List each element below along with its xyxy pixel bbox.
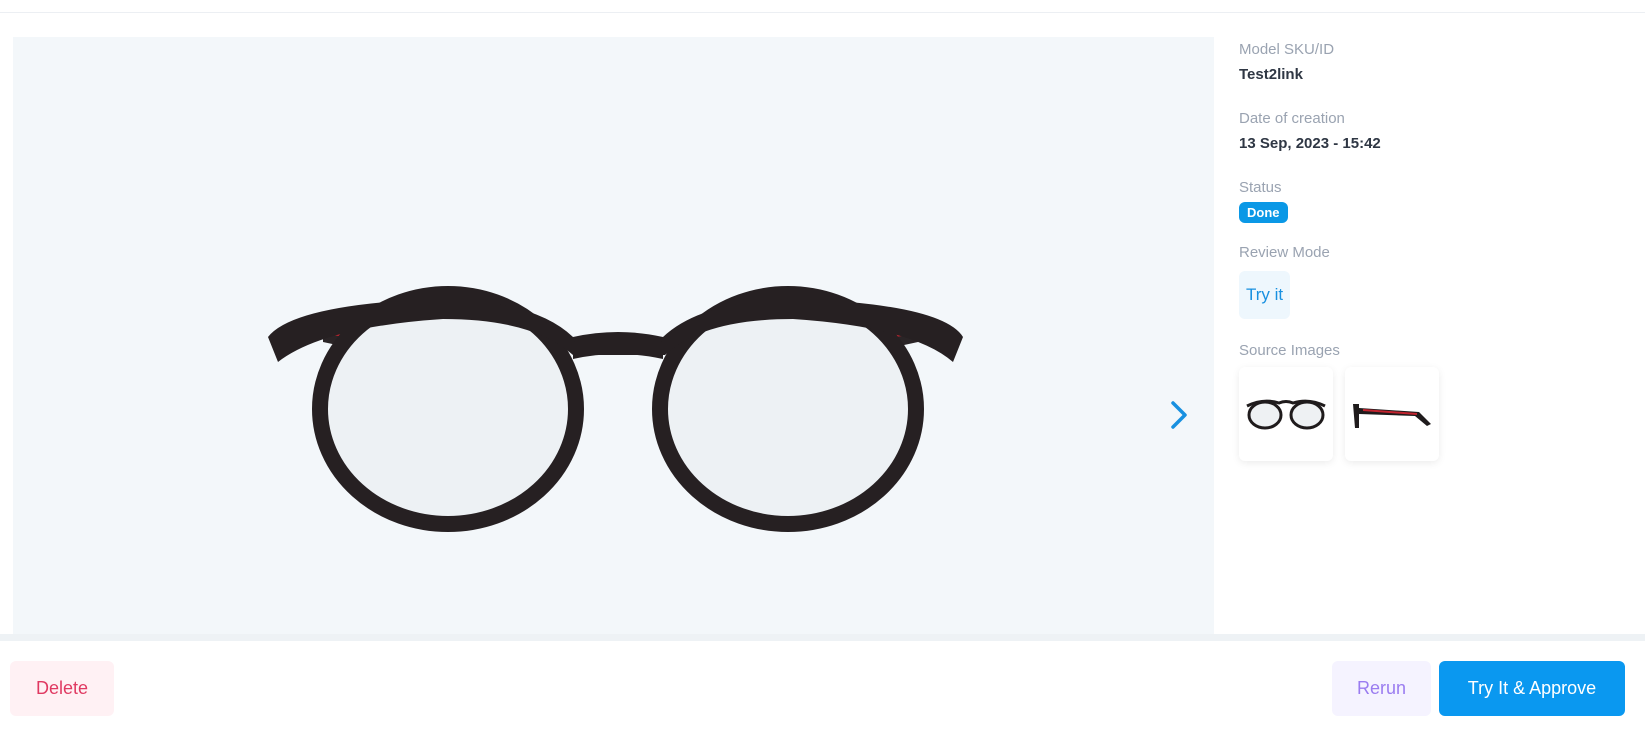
try-it-button[interactable]: Try it — [1239, 271, 1291, 319]
source-images-list — [1239, 367, 1629, 461]
delete-button[interactable]: Delete — [10, 661, 114, 716]
source-image-side[interactable] — [1345, 367, 1439, 461]
review-mode-field: Review Mode Try it — [1239, 243, 1629, 319]
status-field: Status Done — [1239, 178, 1629, 223]
date-field: Date of creation 13 Sep, 2023 - 15:42 — [1239, 109, 1629, 154]
status-label: Status — [1239, 179, 1282, 196]
sku-label: Model SKU/ID — [1239, 41, 1335, 58]
sku-value: Test2link — [1239, 66, 1303, 83]
date-label: Date of creation — [1239, 110, 1345, 127]
sku-field: Model SKU/ID Test2link — [1239, 40, 1629, 85]
next-view-arrow[interactable] — [1163, 395, 1193, 435]
source-images-field: Source Images — [1239, 341, 1629, 461]
chevron-right-icon — [1171, 401, 1187, 429]
try-it-approve-button[interactable]: Try It & Approve — [1439, 661, 1625, 716]
date-value: 13 Sep, 2023 - 15:42 — [1239, 135, 1381, 152]
rerun-button[interactable]: Rerun — [1332, 661, 1431, 716]
review-mode-label: Review Mode — [1239, 244, 1330, 261]
top-divider — [0, 12, 1645, 13]
glasses-3d-preview — [268, 286, 963, 532]
glasses-front-thumbnail — [1246, 399, 1326, 430]
glasses-side-thumbnail — [1353, 404, 1431, 428]
footer-divider — [0, 634, 1645, 641]
source-images-label: Source Images — [1239, 342, 1340, 359]
source-image-front[interactable] — [1239, 367, 1333, 461]
model-viewer[interactable] — [13, 37, 1214, 634]
model-details-panel: Model SKU/ID Test2link Date of creation … — [1239, 40, 1629, 461]
status-badge: Done — [1239, 202, 1288, 223]
